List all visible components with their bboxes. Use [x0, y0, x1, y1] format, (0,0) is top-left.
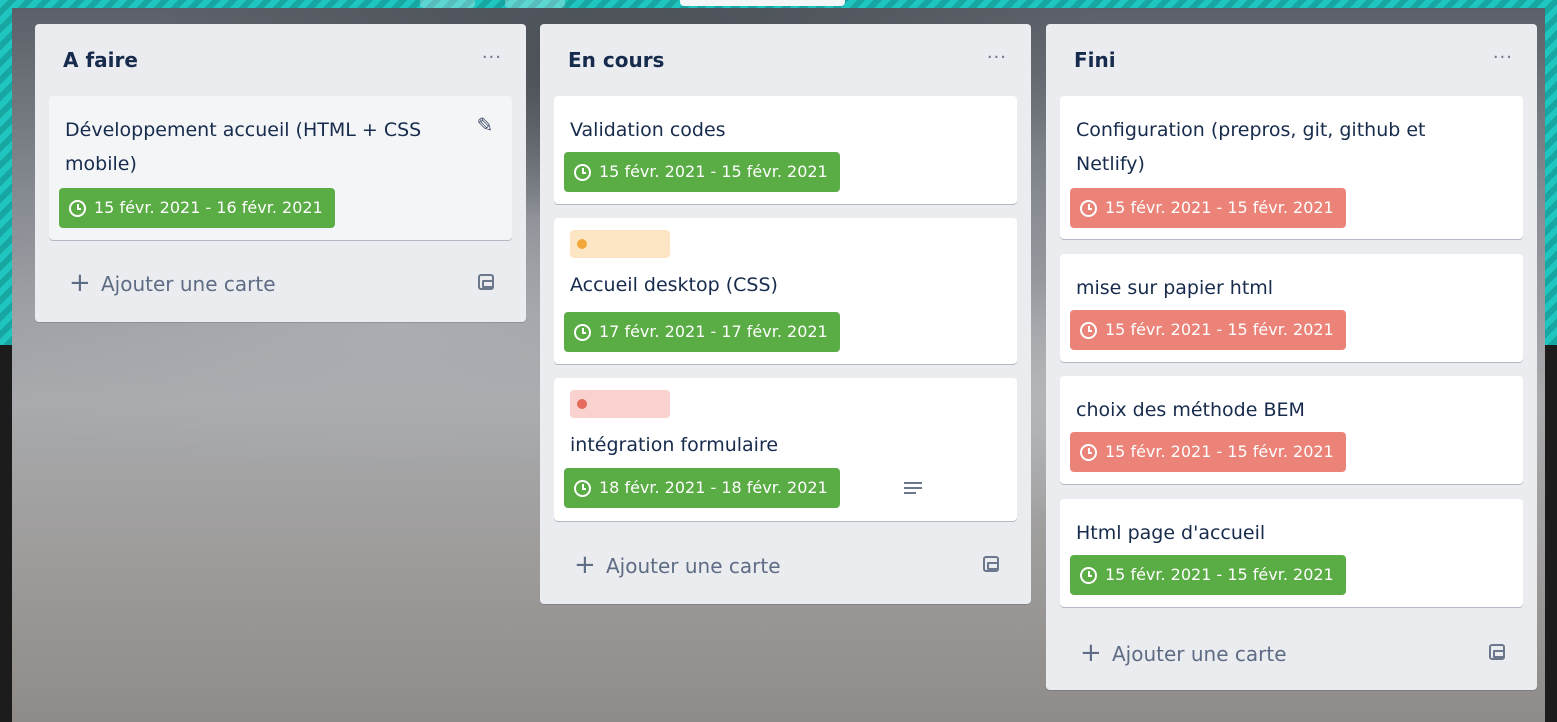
- due-date-text: 15 févr. 2021 - 15 févr. 2021: [1105, 198, 1334, 217]
- list-title[interactable]: Fini: [1074, 48, 1116, 72]
- list-title[interactable]: En cours: [568, 48, 664, 72]
- due-date-text: 15 févr. 2021 - 15 févr. 2021: [1105, 565, 1334, 584]
- plus-icon: +: [69, 268, 91, 298]
- clock-icon: [574, 163, 591, 181]
- due-date-text: 15 févr. 2021 - 15 févr. 2021: [1105, 320, 1334, 339]
- due-date-badge[interactable]: 15 févr. 2021 - 16 févr. 2021: [59, 188, 335, 228]
- description-icon: [904, 482, 922, 496]
- add-card-button[interactable]: + Ajouter une carte: [49, 264, 512, 304]
- label-dot: [577, 399, 587, 409]
- card-title: Validation codes: [570, 119, 726, 141]
- clock-icon: [1080, 321, 1097, 339]
- clock-icon: [1080, 566, 1097, 584]
- card[interactable]: Développement accueil (HTML + CSS mobile…: [49, 96, 512, 240]
- due-date-badge[interactable]: 15 févr. 2021 - 15 févr. 2021: [1070, 310, 1346, 350]
- card[interactable]: Accueil desktop (CSS) 17 févr. 2021 - 17…: [554, 218, 1017, 364]
- card-title: Accueil desktop (CSS): [570, 274, 778, 296]
- list-menu-icon[interactable]: ···: [482, 48, 502, 68]
- list-fini: Fini ··· Configuration (prepros, git, gi…: [1046, 24, 1537, 690]
- card[interactable]: mise sur papier html 15 févr. 2021 - 15 …: [1060, 254, 1523, 362]
- top-tab[interactable]: [420, 0, 475, 8]
- list-title[interactable]: A faire: [63, 48, 138, 72]
- due-date-badge[interactable]: 15 févr. 2021 - 15 févr. 2021: [1070, 188, 1346, 228]
- card-title: mise sur papier html: [1076, 277, 1274, 299]
- clock-icon: [69, 199, 86, 217]
- card[interactable]: Validation codes 15 févr. 2021 - 15 févr…: [554, 96, 1017, 204]
- clock-icon: [1080, 443, 1097, 461]
- due-date-text: 17 févr. 2021 - 17 févr. 2021: [599, 322, 828, 341]
- list-en-cours: En cours ··· Validation codes 15 févr. 2…: [540, 24, 1031, 604]
- pencil-icon[interactable]: ✎: [470, 110, 500, 140]
- add-card-label: Ajouter une carte: [606, 554, 781, 578]
- card-template-icon[interactable]: [478, 274, 494, 290]
- due-date-badge[interactable]: 18 févr. 2021 - 18 févr. 2021: [564, 468, 840, 508]
- clock-icon: [1080, 199, 1097, 217]
- card-title: choix des méthode BEM: [1076, 399, 1305, 421]
- card-template-icon[interactable]: [983, 556, 999, 572]
- card[interactable]: Html page d'accueil 15 févr. 2021 - 15 f…: [1060, 499, 1523, 607]
- card-title: Configuration (prepros, git, github et N…: [1076, 119, 1426, 175]
- top-tab[interactable]: [505, 0, 565, 8]
- clock-icon: [574, 479, 591, 497]
- due-date-badge[interactable]: 15 févr. 2021 - 15 févr. 2021: [564, 152, 840, 192]
- card-title: Html page d'accueil: [1076, 522, 1266, 544]
- due-date-badge[interactable]: 15 févr. 2021 - 15 févr. 2021: [1070, 555, 1346, 595]
- due-date-badge[interactable]: 15 févr. 2021 - 15 févr. 2021: [1070, 432, 1346, 472]
- list-menu-icon[interactable]: ···: [987, 48, 1007, 68]
- card[interactable]: intégration formulaire 18 févr. 2021 - 1…: [554, 378, 1017, 521]
- plus-icon: +: [574, 550, 596, 580]
- list-header[interactable]: En cours ···: [540, 24, 1031, 94]
- top-tab-active[interactable]: [680, 0, 845, 6]
- card-title: Développement accueil (HTML + CSS mobile…: [65, 119, 422, 175]
- due-date-text: 15 févr. 2021 - 16 févr. 2021: [94, 198, 323, 217]
- list-header[interactable]: Fini ···: [1046, 24, 1537, 94]
- card-label-red[interactable]: [570, 390, 670, 418]
- due-date-text: 15 févr. 2021 - 15 févr. 2021: [1105, 442, 1334, 461]
- due-date-text: 18 févr. 2021 - 18 févr. 2021: [599, 478, 828, 497]
- list-a-faire: A faire ··· Développement accueil (HTML …: [35, 24, 526, 322]
- card[interactable]: Configuration (prepros, git, github et N…: [1060, 96, 1523, 239]
- list-header[interactable]: A faire ···: [35, 24, 526, 94]
- due-date-badge[interactable]: 17 févr. 2021 - 17 févr. 2021: [564, 312, 840, 352]
- add-card-button[interactable]: + Ajouter une carte: [1060, 634, 1523, 674]
- card-label-orange[interactable]: [570, 230, 670, 258]
- plus-icon: +: [1080, 638, 1102, 668]
- label-dot: [577, 239, 587, 249]
- card-title: intégration formulaire: [570, 434, 779, 456]
- card[interactable]: choix des méthode BEM 15 févr. 2021 - 15…: [1060, 376, 1523, 484]
- add-card-button[interactable]: + Ajouter une carte: [554, 546, 1017, 586]
- add-card-label: Ajouter une carte: [101, 272, 276, 296]
- due-date-text: 15 févr. 2021 - 15 févr. 2021: [599, 162, 828, 181]
- add-card-label: Ajouter une carte: [1112, 642, 1287, 666]
- list-menu-icon[interactable]: ···: [1493, 48, 1513, 68]
- card-template-icon[interactable]: [1489, 644, 1505, 660]
- clock-icon: [574, 323, 591, 341]
